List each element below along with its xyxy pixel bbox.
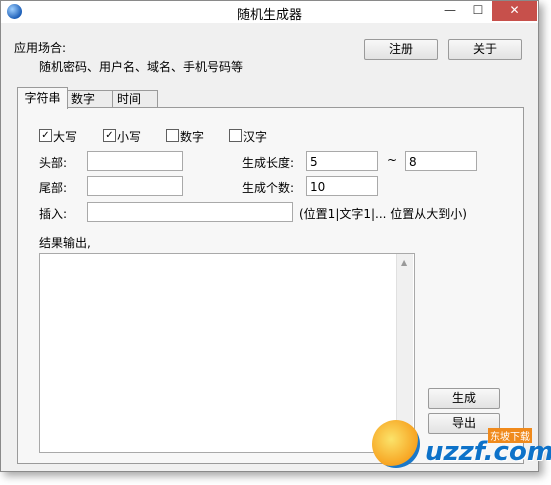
- app-window: 随机生成器 — ☐ ✕ 应用场合: 随机密码、用户名、域名、手机号码等 注册 关…: [0, 0, 539, 472]
- scroll-up-icon[interactable]: ▲: [401, 258, 407, 267]
- uppercase-label: 大写: [53, 130, 78, 144]
- uppercase-checkbox[interactable]: ✓: [39, 129, 52, 142]
- tab-number[interactable]: 数字: [67, 90, 114, 108]
- tail-label: 尾部:: [39, 181, 68, 195]
- lowercase-label: 小写: [117, 130, 142, 144]
- watermark-logo: [372, 420, 420, 468]
- lowercase-checkbox[interactable]: ✓: [103, 129, 116, 142]
- tail-input[interactable]: [87, 176, 183, 196]
- output-textarea[interactable]: [39, 253, 415, 453]
- tab-string[interactable]: 字符串: [17, 87, 68, 109]
- tab-time[interactable]: 时间: [112, 90, 158, 108]
- chinese-checkbox[interactable]: [229, 129, 242, 142]
- title-bar: 随机生成器 — ☐ ✕: [1, 1, 538, 23]
- length-min-input[interactable]: 5: [306, 151, 378, 171]
- usage-label: 应用场合:: [14, 41, 67, 55]
- range-separator: ~: [387, 153, 398, 167]
- length-max-input[interactable]: 8: [405, 151, 477, 171]
- count-input[interactable]: 10: [306, 176, 378, 196]
- insert-label: 插入:: [39, 207, 68, 221]
- output-label: 结果输出,: [39, 236, 91, 250]
- usage-description: 随机密码、用户名、域名、手机号码等: [39, 60, 244, 74]
- close-button[interactable]: ✕: [492, 1, 537, 21]
- insert-input[interactable]: [87, 202, 293, 222]
- digits-checkbox[interactable]: [166, 129, 179, 142]
- minimize-button[interactable]: —: [436, 1, 464, 21]
- head-label: 头部:: [39, 156, 68, 170]
- generate-button[interactable]: 生成: [428, 388, 500, 409]
- insert-hint: (位置1|文字1|... 位置从大到小): [299, 207, 467, 221]
- digits-label: 数字: [180, 130, 205, 144]
- head-input[interactable]: [87, 151, 183, 171]
- watermark-badge: 东坡下载: [488, 428, 532, 443]
- register-button[interactable]: 注册: [364, 39, 438, 60]
- chinese-label: 汉字: [243, 130, 268, 144]
- maximize-button[interactable]: ☐: [464, 1, 492, 21]
- about-button[interactable]: 关于: [448, 39, 522, 60]
- length-label: 生成长度:: [242, 156, 295, 170]
- count-label: 生成个数:: [242, 181, 295, 195]
